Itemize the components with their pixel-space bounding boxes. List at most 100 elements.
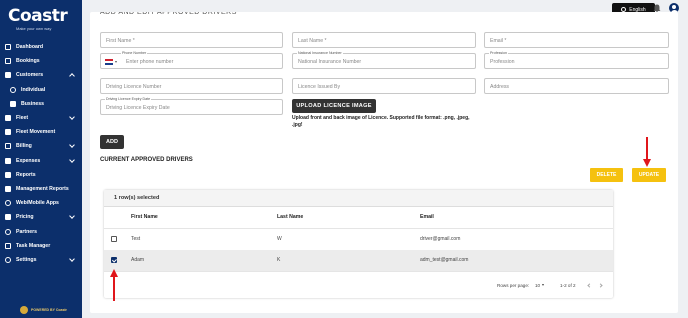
rows-per-page-label: Rows per page: (497, 283, 530, 288)
selected-count: 1 row(s) selected (114, 195, 160, 201)
last-name-input[interactable]: Last Name * (292, 32, 476, 48)
sidebar-item-label: Web/Mobile Apps (16, 200, 59, 207)
licence-issued-placeholder: Licence Issued By (298, 84, 341, 90)
selection-bar: 1 row(s) selected (104, 190, 613, 207)
caret-down-icon (115, 61, 117, 63)
sidebar-item-label: Fleet (16, 115, 29, 122)
sidebar-item-label: Task Manager (16, 242, 51, 249)
car-icon (5, 115, 11, 122)
rows-per-page-select[interactable]: 10 (535, 283, 540, 288)
cell-last-name: W (277, 236, 282, 242)
handshake-icon (5, 228, 11, 235)
sidebar-item-partners[interactable]: Partners (0, 224, 82, 238)
licence-issued-input[interactable]: Licence Issued By (292, 78, 476, 94)
add-button[interactable]: ADD (100, 135, 124, 149)
management-reports-icon (5, 185, 11, 192)
coastr-badge-icon (20, 306, 28, 314)
profession-label: Profession (489, 51, 508, 55)
phone-number-input[interactable]: Phone Number Enter phone number (100, 51, 283, 69)
delete-button[interactable]: DELETE (590, 168, 623, 182)
licence-number-placeholder: Driving Licence Number (106, 84, 162, 90)
cell-last-name: K (277, 257, 281, 263)
sidebar: Coastr Make your own way Dashboard Booki… (0, 0, 82, 318)
chevron-down-icon (69, 156, 75, 163)
sidebar-item-fleet-movement[interactable]: Fleet Movement (0, 125, 82, 139)
billing-icon (5, 143, 11, 150)
powered-by: POWERED BY Coastr (20, 306, 67, 314)
chevron-right-icon[interactable] (598, 283, 603, 288)
sidebar-item-label: Individual (21, 86, 46, 93)
table-row[interactable]: Test W driver@gmail.com (104, 229, 613, 250)
address-input[interactable]: Address (484, 78, 669, 94)
address-placeholder: Address (490, 84, 510, 90)
building-icon (10, 100, 16, 107)
sidebar-item-expenses[interactable]: Expenses (0, 154, 82, 168)
column-header-last-name[interactable]: Last Name (277, 214, 303, 220)
chevron-down-icon (69, 142, 75, 149)
cell-first-name: Test (131, 236, 141, 242)
divider (104, 271, 613, 272)
sidebar-item-fleet[interactable]: Fleet (0, 111, 82, 125)
chevron-left-icon[interactable] (587, 283, 592, 288)
profession-input[interactable]: Profession Profession (484, 51, 669, 69)
upload-licence-button[interactable]: UPLOAD LICENCE IMAGE (292, 99, 376, 113)
sidebar-item-dashboard[interactable]: Dashboard (0, 40, 82, 54)
sidebar-item-settings[interactable]: Settings (0, 253, 82, 267)
phone-number-label: Phone Number (121, 51, 148, 55)
sidebar-item-label: Expenses (16, 157, 41, 164)
form-title: ADD AND EDIT APPROVED DRIVERS (100, 12, 237, 16)
globe-icon (5, 200, 11, 207)
profession-placeholder: Profession (490, 59, 515, 65)
update-button[interactable]: UPDATE (632, 168, 666, 182)
sidebar-item-bookings[interactable]: Bookings (0, 54, 82, 68)
sidebar-item-label: Reports (16, 171, 36, 178)
annotation-arrow-up-icon (110, 269, 118, 301)
column-header-email[interactable]: Email (420, 214, 434, 220)
licence-number-input[interactable]: Driving Licence Number (100, 78, 283, 94)
sidebar-item-label: Customers (16, 72, 44, 79)
table-row[interactable]: Adam K adm_test@gmail.com (104, 250, 613, 271)
sidebar-item-label: Bookings (16, 58, 40, 65)
sidebar-item-billing[interactable]: Billing (0, 139, 82, 153)
sidebar-item-label: Dashboard (16, 44, 44, 51)
sidebar-item-label: Billing (16, 143, 32, 150)
sidebar-item-customers[interactable]: Customers (0, 68, 82, 82)
sidebar-item-label: Settings (16, 256, 37, 263)
ni-number-input[interactable]: National Insurance Number National Insur… (292, 51, 476, 69)
sidebar-item-individual[interactable]: Individual (0, 83, 82, 97)
chevron-down-icon (69, 255, 75, 262)
expiry-date-label: Driving Licence Expiry Date (105, 97, 152, 101)
chevron-down-icon (69, 114, 75, 120)
annotation-arrow-down-icon (643, 137, 651, 167)
drivers-table: 1 row(s) selected First Name Last Name E… (104, 190, 613, 298)
first-name-input[interactable]: First Name * (100, 32, 283, 48)
sidebar-item-pricing[interactable]: Pricing (0, 210, 82, 224)
sidebar-item-label: Pricing (16, 214, 34, 221)
sidebar-item-task-manager[interactable]: Task Manager (0, 239, 82, 253)
row-checkbox[interactable] (111, 236, 117, 242)
column-header-first-name[interactable]: First Name (131, 214, 158, 220)
cell-first-name: Adam (131, 257, 145, 263)
brand-logo[interactable]: Coastr Make your own way (8, 6, 78, 32)
caret-down-icon (542, 284, 544, 286)
sidebar-item-web-mobile-apps[interactable]: Web/Mobile Apps (0, 196, 82, 210)
sidebar-item-label: Management Reports (16, 185, 69, 192)
sidebar-item-management-reports[interactable]: Management Reports (0, 182, 82, 196)
uk-flag-icon[interactable] (105, 59, 113, 65)
movement-icon (5, 129, 11, 136)
first-name-placeholder: First Name * (106, 38, 135, 44)
email-placeholder: Email * (490, 38, 507, 44)
cell-email: adm_test@gmail.com (420, 257, 469, 263)
email-input[interactable]: Email * (484, 32, 669, 48)
cell-email: driver@gmail.com (420, 236, 461, 242)
gear-icon (5, 256, 11, 263)
sidebar-item-reports[interactable]: Reports (0, 168, 82, 182)
sidebar-item-business[interactable]: Business (0, 97, 82, 111)
row-checkbox-checked[interactable] (111, 257, 117, 263)
section-title: CURRENT APPROVED DRIVERS (100, 157, 193, 163)
ni-number-label: National Insurance Number (297, 51, 343, 55)
sidebar-nav: Dashboard Bookings Customers Individual … (0, 40, 82, 267)
brand-name: Coastr (8, 6, 68, 26)
expiry-date-placeholder: Driving Licence Expiry Date (106, 105, 170, 111)
expiry-date-input[interactable]: Driving Licence Expiry Date Driving Lice… (100, 97, 283, 115)
